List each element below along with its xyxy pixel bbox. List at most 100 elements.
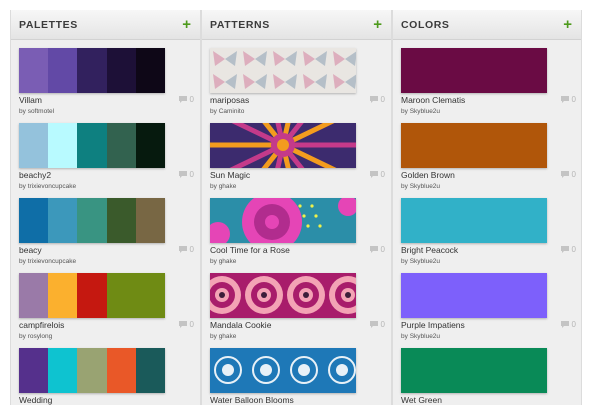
item-name-link[interactable]: Cool Time for a Rose bbox=[210, 245, 290, 255]
swatch-color: #9a7aa8 bbox=[19, 273, 49, 318]
comment-count[interactable]: 0 bbox=[560, 95, 576, 104]
swatch-color: #7a5db4 bbox=[19, 48, 49, 93]
item-author: by ghake bbox=[210, 258, 236, 265]
colors-card[interactable]: #31b1c8 Bright Peacock by Skyblue2u 0 bbox=[401, 198, 576, 273]
swatch-color: #098a57 bbox=[401, 348, 547, 393]
comment-count[interactable]: 0 bbox=[560, 245, 576, 254]
comment-count[interactable]: 0 bbox=[178, 95, 194, 104]
palettes-card[interactable]: #9a7aa8#fbb02e#c51810#6f8b14#6f8b14 campf… bbox=[19, 273, 194, 348]
comment-count[interactable]: 0 bbox=[178, 245, 194, 254]
palettes-card[interactable]: #0f6ea7#3c98bb#399482#3a5a2b#786744 beacy… bbox=[19, 198, 194, 273]
add-color-plus-icon[interactable]: + bbox=[563, 17, 572, 32]
item-name-link[interactable]: Mandala Cookie bbox=[210, 320, 271, 330]
swatch-color: #b8faff bbox=[48, 123, 78, 168]
palettes-card[interactable]: #55308c#0ec3d0#99a372#e95828#1a5a5a Weddi… bbox=[19, 348, 194, 405]
patterns-card[interactable]: mariposas by Caminito 0 bbox=[210, 48, 385, 123]
item-name-link[interactable]: beachy2 bbox=[19, 170, 51, 180]
item-name-link[interactable]: Golden Brown bbox=[401, 170, 455, 180]
pattern-thumbnail[interactable] bbox=[210, 273, 356, 318]
swatch-color: #32624f bbox=[106, 123, 136, 168]
patterns-column: PATTERNS + mariposas by Caminito 0 Sun Magi… bbox=[201, 10, 392, 405]
by-label: by bbox=[401, 108, 408, 115]
item-name-link[interactable]: Bright Peacock bbox=[401, 245, 458, 255]
author-link[interactable]: Skyblue2u bbox=[410, 258, 440, 265]
swatch-color: #32215e bbox=[77, 48, 107, 93]
swatch-color: #399482 bbox=[77, 198, 107, 243]
colors-header: COLORS + bbox=[393, 10, 581, 40]
item-author: by trixievoncupcake bbox=[19, 183, 76, 190]
pattern-thumbnail[interactable] bbox=[210, 348, 356, 393]
item-name-link[interactable]: Purple Impatiens bbox=[401, 320, 465, 330]
item-name-link[interactable]: mariposas bbox=[210, 95, 249, 105]
palette-swatch[interactable]: #94c2dc#b8faff#0e8080#32624f#061a0e bbox=[19, 123, 165, 168]
pattern-thumbnail[interactable] bbox=[210, 198, 356, 243]
comment-count[interactable]: 0 bbox=[560, 320, 576, 329]
item-name-link[interactable]: Maroon Clematis bbox=[401, 95, 465, 105]
by-label: by bbox=[19, 333, 26, 340]
swatch-color: #94c2dc bbox=[19, 123, 49, 168]
palette-swatch[interactable]: #9a7aa8#fbb02e#c51810#6f8b14#6f8b14 bbox=[19, 273, 165, 318]
speech-bubble-icon bbox=[369, 321, 378, 328]
speech-bubble-icon bbox=[369, 96, 378, 103]
comment-count[interactable]: 0 bbox=[178, 320, 194, 329]
colors-card[interactable]: #098a57 Wet Green bbox=[401, 348, 576, 405]
item-name-link[interactable]: Wedding bbox=[19, 395, 52, 405]
item-name-link[interactable]: campfirelois bbox=[19, 320, 64, 330]
comment-count[interactable]: 0 bbox=[369, 170, 385, 179]
author-link[interactable]: Skyblue2u bbox=[410, 183, 440, 190]
comment-count[interactable]: 0 bbox=[369, 245, 385, 254]
item-name-link[interactable]: Water Balloon Blooms bbox=[210, 395, 294, 405]
colors-card[interactable]: #6a0b44 Maroon Clematis by Skyblue2u 0 bbox=[401, 48, 576, 123]
author-link[interactable]: Caminito bbox=[219, 108, 245, 115]
swatch-color: #e95828 bbox=[106, 348, 136, 393]
add-pattern-plus-icon[interactable]: + bbox=[373, 17, 382, 32]
author-link[interactable]: ghake bbox=[219, 183, 237, 190]
item-name-link[interactable]: Villam bbox=[19, 95, 42, 105]
patterns-card[interactable]: Water Balloon Blooms bbox=[210, 348, 385, 405]
color-swatch[interactable]: #6a0b44 bbox=[401, 48, 547, 93]
palettes-card[interactable]: #7a5db4#6249a6#32215e#1d1037#0e0717 Villa… bbox=[19, 48, 194, 123]
palettes-card[interactable]: #94c2dc#b8faff#0e8080#32624f#061a0e beach… bbox=[19, 123, 194, 198]
pattern-thumbnail[interactable] bbox=[210, 48, 356, 93]
swatch-color: #b0560a bbox=[401, 123, 547, 168]
comment-count-value: 0 bbox=[380, 95, 385, 104]
colors-card[interactable]: #b0560a Golden Brown by Skyblue2u 0 bbox=[401, 123, 576, 198]
patterns-header: PATTERNS + bbox=[202, 10, 391, 40]
author-link[interactable]: Skyblue2u bbox=[410, 108, 440, 115]
swatch-color: #6249a6 bbox=[48, 48, 78, 93]
color-swatch[interactable]: #b0560a bbox=[401, 123, 547, 168]
patterns-card[interactable]: Mandala Cookie by ghake 0 bbox=[210, 273, 385, 348]
item-name-link[interactable]: beacy bbox=[19, 245, 42, 255]
pattern-artwork bbox=[210, 198, 356, 243]
comment-count[interactable]: 0 bbox=[560, 170, 576, 179]
item-name-link[interactable]: Wet Green bbox=[401, 395, 442, 405]
author-link[interactable]: rosylong bbox=[28, 333, 53, 340]
palette-swatch[interactable]: #55308c#0ec3d0#99a372#e95828#1a5a5a bbox=[19, 348, 165, 393]
color-swatch[interactable]: #31b1c8 bbox=[401, 198, 547, 243]
color-swatch[interactable]: #098a57 bbox=[401, 348, 547, 393]
item-author: by trixievoncupcake bbox=[19, 258, 76, 265]
color-swatch[interactable]: #7d60fb bbox=[401, 273, 547, 318]
item-name-link[interactable]: Sun Magic bbox=[210, 170, 250, 180]
author-link[interactable]: trixievoncupcake bbox=[28, 183, 76, 190]
colors-card[interactable]: #7d60fb Purple Impatiens by Skyblue2u 0 bbox=[401, 273, 576, 348]
swatch-color: #061a0e bbox=[135, 123, 165, 168]
swatch-color: #99a372 bbox=[77, 348, 107, 393]
author-link[interactable]: ghake bbox=[219, 333, 237, 340]
patterns-card[interactable]: Sun Magic by ghake 0 bbox=[210, 123, 385, 198]
author-link[interactable]: softmotel bbox=[28, 108, 54, 115]
palette-swatch[interactable]: #7a5db4#6249a6#32215e#1d1037#0e0717 bbox=[19, 48, 165, 93]
palette-swatch[interactable]: #0f6ea7#3c98bb#399482#3a5a2b#786744 bbox=[19, 198, 165, 243]
comment-count[interactable]: 0 bbox=[369, 320, 385, 329]
patterns-card[interactable]: Cool Time for a Rose by ghake 0 bbox=[210, 198, 385, 273]
comment-count[interactable]: 0 bbox=[178, 170, 194, 179]
item-author: by Skyblue2u bbox=[401, 258, 440, 265]
speech-bubble-icon bbox=[369, 171, 378, 178]
add-palette-plus-icon[interactable]: + bbox=[182, 17, 191, 32]
author-link[interactable]: Skyblue2u bbox=[410, 333, 440, 340]
pattern-thumbnail[interactable] bbox=[210, 123, 356, 168]
comment-count[interactable]: 0 bbox=[369, 95, 385, 104]
item-author: by rosylong bbox=[19, 333, 52, 340]
author-link[interactable]: ghake bbox=[219, 258, 237, 265]
author-link[interactable]: trixievoncupcake bbox=[28, 258, 76, 265]
